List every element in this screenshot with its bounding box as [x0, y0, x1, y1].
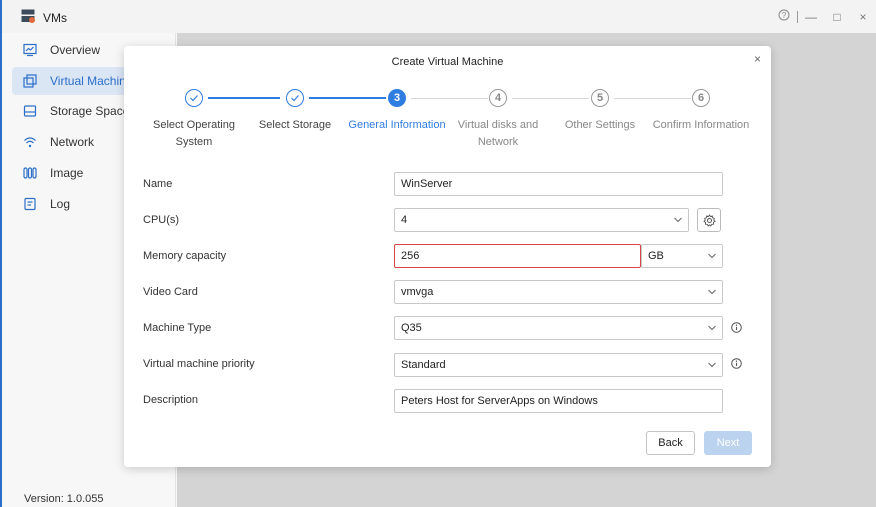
chevron-down-icon — [708, 289, 716, 295]
log-icon — [22, 196, 38, 212]
cpu-settings-button[interactable] — [697, 208, 721, 232]
storage-icon — [22, 103, 38, 119]
machine-type-label: Machine Type — [143, 322, 212, 334]
create-vm-dialog: Create Virtual Machine × Select Operatin… — [124, 46, 771, 467]
check-icon — [185, 89, 203, 107]
dialog-title: Create Virtual Machine — [391, 56, 504, 68]
video-card-select[interactable]: vmvga — [394, 280, 723, 304]
disc-icon — [22, 165, 38, 181]
vms-app-icon — [21, 9, 35, 23]
step-number: 6 — [692, 89, 710, 107]
close-icon[interactable]: × — [754, 52, 761, 66]
chart-monitor-icon — [22, 42, 38, 58]
check-icon — [286, 89, 304, 107]
memory-label: Memory capacity — [143, 250, 227, 262]
name-input[interactable]: WinServer — [394, 172, 723, 196]
memory-unit-select[interactable]: GB — [641, 244, 723, 268]
sidebar-item-label: Virtual Machine — [50, 74, 133, 88]
cpu-value: 4 — [401, 214, 408, 226]
step-number: 3 — [388, 89, 406, 107]
chevron-down-icon — [708, 253, 716, 259]
description-input[interactable]: Peters Host for ServerApps on Windows — [394, 389, 723, 413]
sidebar-item-label: Storage Space — [50, 104, 130, 118]
step-label: Confirm Information — [652, 119, 750, 131]
priority-select[interactable]: Standard — [394, 353, 723, 377]
version-label: Version: 1.0.055 — [24, 493, 104, 505]
next-button[interactable]: Next — [704, 431, 752, 455]
memory-unit-value: GB — [648, 250, 664, 262]
back-button[interactable]: Back — [646, 431, 695, 455]
step-6: 6 Confirm Information — [641, 89, 761, 134]
app-title: VMs — [43, 11, 67, 25]
close-window-button[interactable]: × — [850, 10, 876, 24]
wifi-icon — [22, 134, 38, 150]
machine-type-select[interactable]: Q35 — [394, 316, 723, 340]
step-number: 5 — [591, 89, 609, 107]
step-number: 4 — [489, 89, 507, 107]
chevron-down-icon — [674, 217, 682, 223]
info-icon[interactable] — [731, 322, 742, 333]
maximize-button[interactable]: □ — [824, 10, 850, 24]
name-value: WinServer — [401, 178, 453, 190]
help-icon[interactable]: ? — [771, 9, 797, 24]
memory-input[interactable]: 256 — [394, 244, 641, 268]
description-value: Peters Host for ServerApps on Windows — [401, 395, 598, 407]
svg-text:?: ? — [782, 11, 787, 20]
cpu-label: CPU(s) — [143, 214, 180, 226]
video-card-value: vmvga — [401, 286, 434, 298]
windows-icon — [22, 73, 38, 89]
title-bar: VMs ? — □ × — [2, 0, 876, 33]
sidebar-item-label: Network — [50, 135, 95, 149]
info-icon[interactable] — [731, 358, 742, 369]
sidebar-item-label: Overview — [50, 43, 101, 57]
minimize-button[interactable]: — — [798, 10, 824, 24]
priority-value: Standard — [401, 359, 446, 371]
sidebar-item-label: Log — [50, 197, 71, 211]
sidebar-item-label: Image — [50, 166, 84, 180]
machine-type-value: Q35 — [401, 322, 422, 334]
description-label: Description — [143, 394, 199, 406]
chevron-down-icon — [708, 325, 716, 331]
gear-icon — [702, 213, 716, 227]
memory-value: 256 — [401, 250, 420, 262]
video-card-label: Video Card — [143, 286, 198, 298]
priority-label: Virtual machine priority — [143, 358, 255, 370]
chevron-down-icon — [708, 362, 716, 368]
cpu-select[interactable]: 4 — [394, 208, 689, 232]
name-label: Name — [143, 178, 173, 190]
